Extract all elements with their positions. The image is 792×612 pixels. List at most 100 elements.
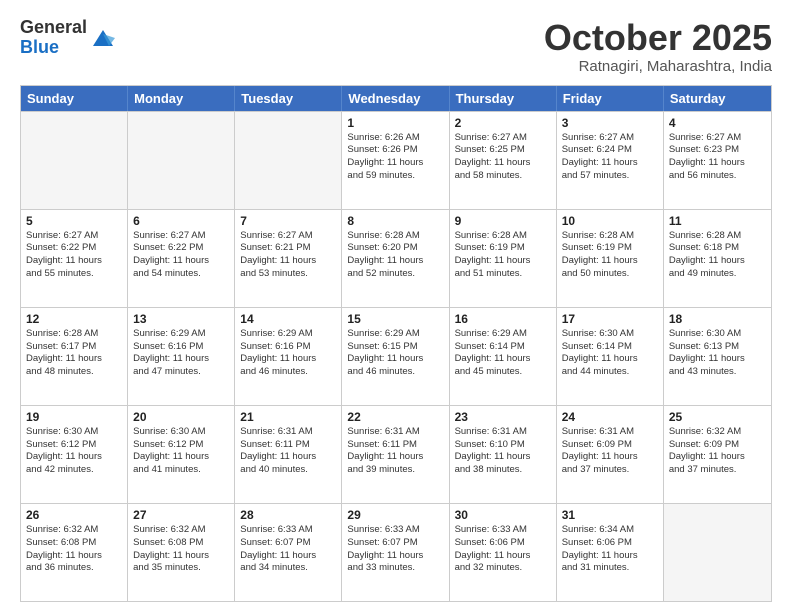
day-number: 4 bbox=[669, 116, 766, 130]
cell-line: and 45 minutes. bbox=[455, 366, 551, 379]
cell-line: Sunset: 6:15 PM bbox=[347, 341, 443, 354]
day-number: 6 bbox=[133, 214, 229, 228]
cell-line: Daylight: 11 hours bbox=[347, 255, 443, 268]
day-cell-13: 13Sunrise: 6:29 AMSunset: 6:16 PMDayligh… bbox=[128, 308, 235, 405]
cell-line: Sunrise: 6:27 AM bbox=[26, 230, 122, 243]
cell-line: Daylight: 11 hours bbox=[455, 550, 551, 563]
cell-line: Daylight: 11 hours bbox=[669, 353, 766, 366]
cell-line: Sunrise: 6:33 AM bbox=[347, 524, 443, 537]
cell-line: Daylight: 11 hours bbox=[26, 353, 122, 366]
cell-line: Sunset: 6:16 PM bbox=[240, 341, 336, 354]
cell-line: and 36 minutes. bbox=[26, 562, 122, 575]
cell-line: Sunset: 6:11 PM bbox=[347, 439, 443, 452]
cell-line: and 43 minutes. bbox=[669, 366, 766, 379]
logo-text: General Blue bbox=[20, 18, 117, 58]
day-cell-7: 7Sunrise: 6:27 AMSunset: 6:21 PMDaylight… bbox=[235, 210, 342, 307]
cell-line: and 40 minutes. bbox=[240, 464, 336, 477]
day-cell-3: 3Sunrise: 6:27 AMSunset: 6:24 PMDaylight… bbox=[557, 112, 664, 209]
cell-line: and 33 minutes. bbox=[347, 562, 443, 575]
cell-line: Sunrise: 6:33 AM bbox=[240, 524, 336, 537]
cell-line: and 51 minutes. bbox=[455, 268, 551, 281]
day-cell-5: 5Sunrise: 6:27 AMSunset: 6:22 PMDaylight… bbox=[21, 210, 128, 307]
day-cell-31: 31Sunrise: 6:34 AMSunset: 6:06 PMDayligh… bbox=[557, 504, 664, 601]
week-row-0: 1Sunrise: 6:26 AMSunset: 6:26 PMDaylight… bbox=[21, 111, 771, 209]
cell-line: Sunrise: 6:31 AM bbox=[455, 426, 551, 439]
cell-line: Daylight: 11 hours bbox=[133, 451, 229, 464]
cell-line: Daylight: 11 hours bbox=[347, 550, 443, 563]
day-header-wednesday: Wednesday bbox=[342, 86, 449, 111]
cell-line: Sunrise: 6:28 AM bbox=[455, 230, 551, 243]
week-row-4: 26Sunrise: 6:32 AMSunset: 6:08 PMDayligh… bbox=[21, 503, 771, 601]
calendar-header: SundayMondayTuesdayWednesdayThursdayFrid… bbox=[21, 86, 771, 111]
day-cell-1: 1Sunrise: 6:26 AMSunset: 6:26 PMDaylight… bbox=[342, 112, 449, 209]
day-number: 17 bbox=[562, 312, 658, 326]
day-number: 14 bbox=[240, 312, 336, 326]
cell-line: Sunrise: 6:32 AM bbox=[133, 524, 229, 537]
cell-line: Sunset: 6:14 PM bbox=[562, 341, 658, 354]
cell-line: and 37 minutes. bbox=[669, 464, 766, 477]
day-cell-17: 17Sunrise: 6:30 AMSunset: 6:14 PMDayligh… bbox=[557, 308, 664, 405]
cell-line: Daylight: 11 hours bbox=[562, 255, 658, 268]
empty-cell bbox=[235, 112, 342, 209]
cell-line: Sunset: 6:12 PM bbox=[26, 439, 122, 452]
location-subtitle: Ratnagiri, Maharashtra, India bbox=[544, 58, 772, 75]
day-cell-14: 14Sunrise: 6:29 AMSunset: 6:16 PMDayligh… bbox=[235, 308, 342, 405]
cell-line: Sunrise: 6:27 AM bbox=[455, 132, 551, 145]
cell-line: Sunset: 6:06 PM bbox=[455, 537, 551, 550]
day-number: 10 bbox=[562, 214, 658, 228]
cell-line: Daylight: 11 hours bbox=[133, 353, 229, 366]
cell-line: and 34 minutes. bbox=[240, 562, 336, 575]
cell-line: Daylight: 11 hours bbox=[133, 550, 229, 563]
day-cell-21: 21Sunrise: 6:31 AMSunset: 6:11 PMDayligh… bbox=[235, 406, 342, 503]
cell-line: Sunrise: 6:27 AM bbox=[562, 132, 658, 145]
week-row-2: 12Sunrise: 6:28 AMSunset: 6:17 PMDayligh… bbox=[21, 307, 771, 405]
cell-line: Sunset: 6:19 PM bbox=[562, 242, 658, 255]
cell-line: and 46 minutes. bbox=[240, 366, 336, 379]
empty-cell bbox=[21, 112, 128, 209]
cell-line: Daylight: 11 hours bbox=[26, 550, 122, 563]
cell-line: and 46 minutes. bbox=[347, 366, 443, 379]
day-cell-10: 10Sunrise: 6:28 AMSunset: 6:19 PMDayligh… bbox=[557, 210, 664, 307]
logo-blue: Blue bbox=[20, 37, 59, 57]
cell-line: Daylight: 11 hours bbox=[240, 550, 336, 563]
cell-line: and 39 minutes. bbox=[347, 464, 443, 477]
day-number: 30 bbox=[455, 508, 551, 522]
day-number: 1 bbox=[347, 116, 443, 130]
day-cell-15: 15Sunrise: 6:29 AMSunset: 6:15 PMDayligh… bbox=[342, 308, 449, 405]
day-number: 27 bbox=[133, 508, 229, 522]
cell-line: Sunset: 6:17 PM bbox=[26, 341, 122, 354]
cell-line: and 52 minutes. bbox=[347, 268, 443, 281]
day-number: 3 bbox=[562, 116, 658, 130]
cell-line: Sunrise: 6:29 AM bbox=[347, 328, 443, 341]
cell-line: Daylight: 11 hours bbox=[133, 255, 229, 268]
cell-line: Daylight: 11 hours bbox=[347, 451, 443, 464]
cell-line: Sunset: 6:23 PM bbox=[669, 144, 766, 157]
cell-line: Daylight: 11 hours bbox=[669, 451, 766, 464]
cell-line: and 41 minutes. bbox=[133, 464, 229, 477]
day-number: 25 bbox=[669, 410, 766, 424]
day-number: 16 bbox=[455, 312, 551, 326]
day-number: 11 bbox=[669, 214, 766, 228]
cell-line: Daylight: 11 hours bbox=[455, 255, 551, 268]
empty-cell bbox=[128, 112, 235, 209]
cell-line: Sunrise: 6:27 AM bbox=[133, 230, 229, 243]
cell-line: Daylight: 11 hours bbox=[669, 255, 766, 268]
cell-line: Sunset: 6:25 PM bbox=[455, 144, 551, 157]
cell-line: Daylight: 11 hours bbox=[347, 353, 443, 366]
cell-line: Sunrise: 6:31 AM bbox=[347, 426, 443, 439]
day-number: 7 bbox=[240, 214, 336, 228]
day-cell-4: 4Sunrise: 6:27 AMSunset: 6:23 PMDaylight… bbox=[664, 112, 771, 209]
calendar-body: 1Sunrise: 6:26 AMSunset: 6:26 PMDaylight… bbox=[21, 111, 771, 601]
logo: General Blue bbox=[20, 18, 117, 58]
cell-line: and 42 minutes. bbox=[26, 464, 122, 477]
cell-line: Sunrise: 6:31 AM bbox=[562, 426, 658, 439]
week-row-1: 5Sunrise: 6:27 AMSunset: 6:22 PMDaylight… bbox=[21, 209, 771, 307]
day-number: 29 bbox=[347, 508, 443, 522]
cell-line: Sunset: 6:14 PM bbox=[455, 341, 551, 354]
day-number: 24 bbox=[562, 410, 658, 424]
day-cell-16: 16Sunrise: 6:29 AMSunset: 6:14 PMDayligh… bbox=[450, 308, 557, 405]
cell-line: and 58 minutes. bbox=[455, 170, 551, 183]
cell-line: Sunrise: 6:30 AM bbox=[26, 426, 122, 439]
cell-line: Daylight: 11 hours bbox=[347, 157, 443, 170]
day-cell-23: 23Sunrise: 6:31 AMSunset: 6:10 PMDayligh… bbox=[450, 406, 557, 503]
